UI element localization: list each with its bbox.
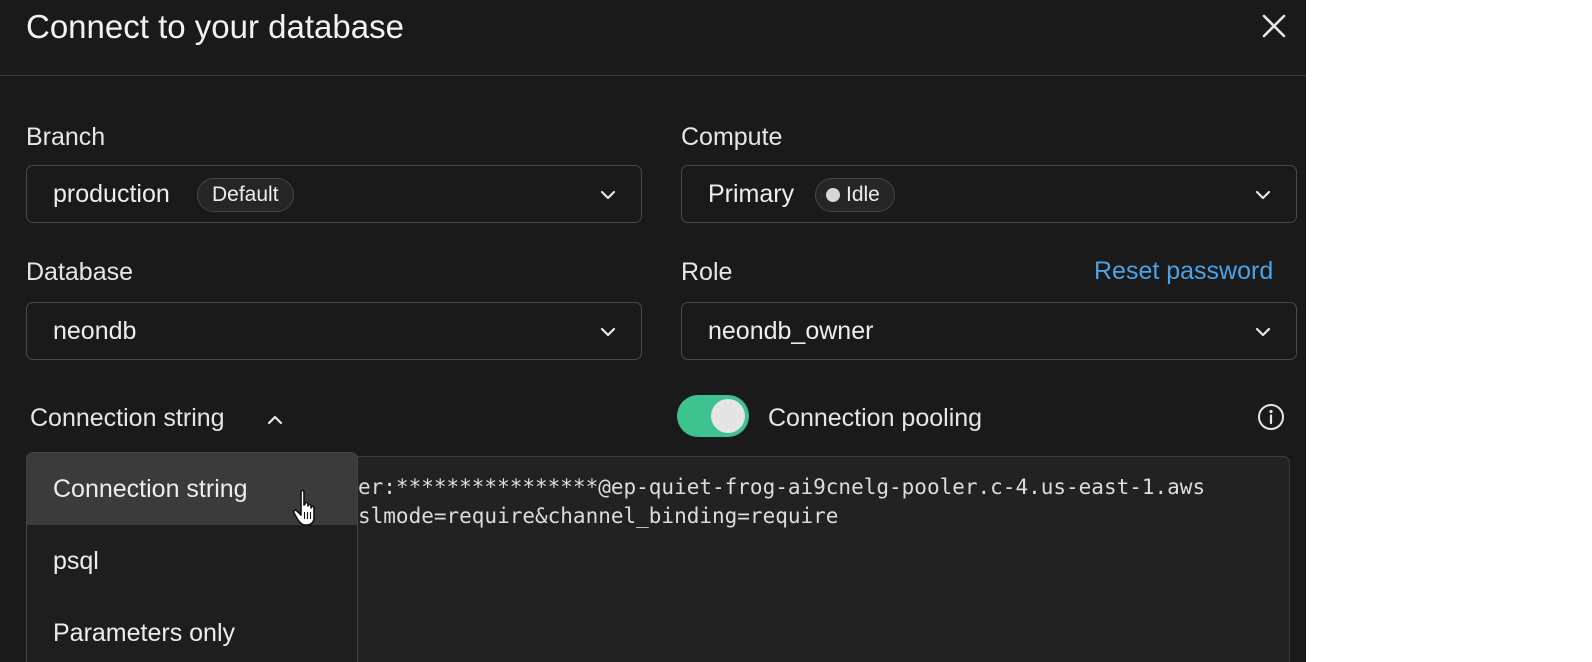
compute-select[interactable]: Primary Idle xyxy=(681,165,1297,223)
hand-pointer-icon xyxy=(292,489,315,526)
connection-string-line-2: slmode=require&channel_binding=require xyxy=(358,504,839,528)
chevron-down-icon xyxy=(1255,190,1271,200)
connection-pooling-label: Connection pooling xyxy=(768,404,983,432)
branch-select[interactable]: production Default xyxy=(26,165,642,223)
format-selected: Connection string xyxy=(30,404,225,432)
chevron-down-icon xyxy=(1255,327,1271,337)
chevron-down-icon xyxy=(600,327,616,337)
default-badge: Default xyxy=(197,178,294,212)
role-label: Role xyxy=(681,258,733,286)
branch-label: Branch xyxy=(26,123,106,151)
role-value: neondb_owner xyxy=(708,317,874,345)
connection-pooling-toggle[interactable] xyxy=(677,395,749,437)
menu-item-psql[interactable]: psql xyxy=(27,525,357,597)
database-select[interactable]: neondb xyxy=(26,302,642,360)
connect-dialog: Connect to your database Branch producti… xyxy=(0,0,1306,662)
close-icon[interactable] xyxy=(1258,10,1290,42)
chevron-down-icon xyxy=(600,190,616,200)
status-text: Idle xyxy=(846,183,880,206)
info-icon[interactable] xyxy=(1256,402,1286,432)
compute-value: Primary xyxy=(708,180,795,208)
branch-value: production xyxy=(53,180,170,208)
toggle-knob xyxy=(711,399,745,433)
database-value: neondb xyxy=(53,317,137,345)
status-dot-icon xyxy=(826,188,840,202)
compute-label: Compute xyxy=(681,123,783,151)
chevron-up-icon xyxy=(267,415,283,425)
role-select[interactable]: neondb_owner xyxy=(681,302,1297,360)
connection-string-line-1: er:****************@ep-quiet-frog-ai9cne… xyxy=(358,475,1206,499)
dialog-header: Connect to your database xyxy=(0,0,1306,76)
dialog-title: Connect to your database xyxy=(26,8,404,45)
menu-item-parameters-only[interactable]: Parameters only xyxy=(27,597,357,662)
database-label: Database xyxy=(26,258,134,286)
reset-password-link[interactable]: Reset password xyxy=(1094,256,1273,286)
status-badge: Idle xyxy=(815,178,895,212)
format-dropdown-menu: Connection string psql Parameters only xyxy=(26,452,358,662)
connection-string-box[interactable]: er:****************@ep-quiet-frog-ai9cne… xyxy=(322,456,1290,662)
